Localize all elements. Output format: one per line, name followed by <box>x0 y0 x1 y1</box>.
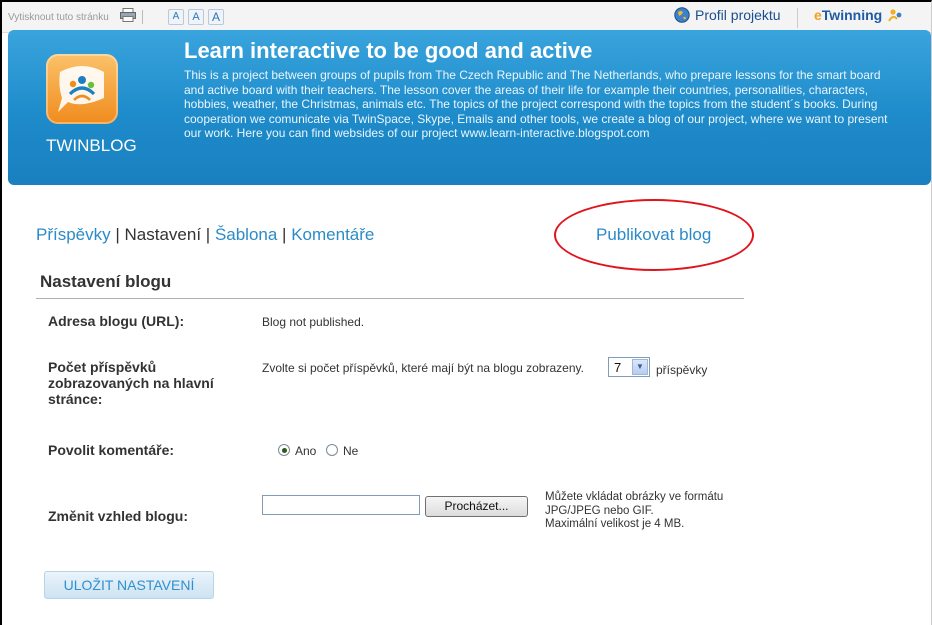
posts-count-label-line-1: Počet příspěvků <box>48 359 157 375</box>
twinblog-logo-icon[interactable] <box>46 54 118 124</box>
header-banner: TWINBLOG Learn interactive to be good an… <box>8 30 931 185</box>
posts-count-value: 7 <box>614 360 622 375</box>
allow-comments-label: Povolit komentáře: <box>48 442 175 458</box>
posts-count-instruction: Zvolte si počet příspěvků, které mají bý… <box>262 361 584 375</box>
print-page-link[interactable]: Vytisknout tuto stránku <box>8 12 109 23</box>
comments-yes-label[interactable]: Ano <box>295 444 316 458</box>
etwinning-e-letter: e <box>814 7 822 23</box>
project-profile-label: Profil projektu <box>695 7 781 23</box>
printer-icon[interactable] <box>120 8 136 22</box>
nav-comments-link[interactable]: Komentáře <box>291 225 374 244</box>
nav-separator: | <box>201 225 215 244</box>
blog-url-value: Blog not published. <box>262 315 365 329</box>
posts-count-unit: příspěvky <box>656 363 708 377</box>
upload-hint-line-1: Můžete vkládat obrázky ve formátu <box>545 491 724 503</box>
divider <box>797 8 798 28</box>
nav-separator: | <box>110 225 125 244</box>
blog-url-label: Adresa blogu (URL): <box>48 313 185 329</box>
project-description: This is a project between groups of pupi… <box>184 68 888 141</box>
project-profile-link[interactable]: Profil projektu <box>674 7 781 23</box>
upload-hint-line-3: Maximální velikost je 4 MB. <box>545 518 685 530</box>
section-divider <box>36 298 744 299</box>
nav-separator: | <box>277 225 292 244</box>
change-appearance-label: Změnit vzhled blogu: <box>48 508 188 524</box>
top-bar: Vytisknout tuto stránku A A A Profil pro… <box>2 2 931 33</box>
file-path-input[interactable] <box>262 495 420 515</box>
nav-settings-current: Nastavení <box>124 225 202 244</box>
posts-count-label-line-3: stránce: <box>48 391 103 407</box>
font-size-medium-button[interactable]: A <box>188 9 204 25</box>
font-size-large-button[interactable]: A <box>208 9 224 25</box>
upload-hint-line-2: JPG/JPEG nebo GIF. <box>545 504 654 517</box>
etwinning-logo-icon <box>888 9 902 22</box>
globe-icon <box>674 7 690 23</box>
divider <box>142 10 143 24</box>
posts-count-label-line-2: zobrazovaných na hlavní <box>48 375 214 391</box>
browse-button[interactable]: Procházet... <box>425 496 528 517</box>
blog-nav: Příspěvky | Nastavení | Šablona | Koment… <box>36 225 374 245</box>
highlight-ellipse <box>554 199 754 271</box>
nav-posts-link[interactable]: Příspěvky <box>36 225 111 244</box>
comments-no-label[interactable]: Ne <box>343 444 358 458</box>
font-size-small-button[interactable]: A <box>168 9 184 25</box>
posts-count-select[interactable]: 7 ▼ <box>608 357 650 377</box>
etwinning-link[interactable]: e Twinning <box>814 7 905 23</box>
upload-hint: Můžete vkládat obrázky ve formátu JPG/JP… <box>545 491 723 532</box>
comments-no-radio[interactable] <box>326 444 338 456</box>
chevron-down-icon[interactable]: ▼ <box>632 359 648 375</box>
etwinning-label: Twinning <box>821 7 883 23</box>
save-settings-button[interactable]: ULOŽIT NASTAVENÍ <box>44 571 214 599</box>
logo-text: TWINBLOG <box>46 136 137 155</box>
nav-template-link[interactable]: Šablona <box>215 225 277 244</box>
page-title: Learn interactive to be good and active <box>184 38 593 63</box>
settings-section-title: Nastavení blogu <box>40 272 172 291</box>
comments-yes-radio[interactable] <box>278 444 290 456</box>
